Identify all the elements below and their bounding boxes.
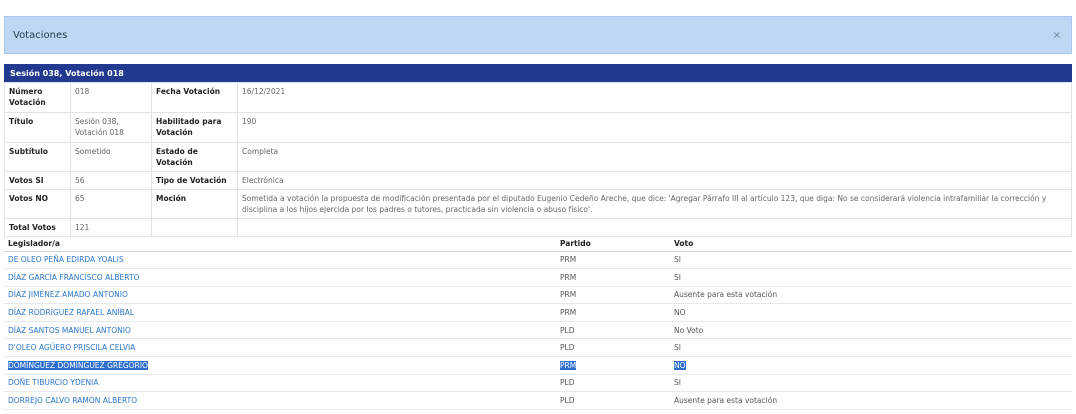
party-cell: PLD: [556, 391, 670, 410]
party-cell: PLD: [556, 338, 670, 358]
vote-cell: Ausente para esta votación: [670, 391, 1072, 410]
legislator-link[interactable]: DÍAZ GARCÍA FRANCISCO ALBERTO: [8, 273, 139, 282]
vote-cell: NO: [674, 360, 686, 370]
party-cell: PRM: [556, 303, 670, 322]
legislator-link[interactable]: DE OLEO PEÑA EDIRDA YOALIS: [8, 255, 124, 264]
party-cell: PLD: [556, 374, 670, 393]
tipo-label: Tipo de Votación: [151, 171, 238, 190]
vote-cell: Ausente para esta votación: [670, 286, 1072, 305]
legislator-link[interactable]: D'OLEO AGÜERO PRISCILA CELVIA: [8, 343, 135, 352]
close-icon[interactable]: ×: [1053, 30, 1061, 41]
votos-si-label: Votos SI: [4, 171, 71, 190]
table-row: DOÑE TIBURCIO YDENIA PLD SI: [4, 374, 1072, 393]
numero-label: Número Votación: [4, 82, 71, 113]
legislator-link[interactable]: DOMÍNGUEZ DOMÍNGUEZ GREGORIO: [8, 360, 148, 370]
partido-header[interactable]: Partido: [556, 236, 670, 252]
mocion-value: Sometida a votación la propuesta de modi…: [237, 189, 1072, 219]
habilitado-value: 190: [237, 112, 1072, 143]
vote-cell: SI: [670, 374, 1072, 393]
modal-header: Votaciones ×: [4, 16, 1072, 54]
table-row: DÍAZ SANTOS MANUEL ANTONIO PLD No Voto: [4, 321, 1072, 340]
party-cell: PRM: [556, 251, 670, 270]
party-cell: PRM: [556, 286, 670, 305]
votos-si-value: 56: [70, 171, 152, 190]
titulo-value: Sesión 038, Votación 018: [70, 112, 152, 143]
session-bar: Sesión 038, Votación 018: [4, 64, 1072, 82]
estado-value: Completa: [237, 142, 1072, 172]
vote-cell: SI: [670, 338, 1072, 358]
legislator-link[interactable]: DÍAZ SANTOS MANUEL ANTONIO: [8, 326, 131, 335]
legislator-link[interactable]: DORREJO CALVO RAMÓN ALBERTO: [8, 396, 137, 405]
estado-label: Estado de Votación: [151, 142, 238, 172]
table-row: DE OLEO PEÑA EDIRDA YOALIS PRM SI: [4, 251, 1072, 270]
voto-header[interactable]: Voto: [670, 236, 1072, 252]
total-votos-label: Total Votos: [4, 218, 71, 237]
subtitulo-value: Sometido: [70, 142, 152, 172]
votos-no-label: Votos NO: [4, 189, 71, 219]
party-cell: PRM: [560, 360, 577, 370]
party-cell: PRM: [556, 268, 670, 287]
table-row: DORREJO CALVO RAMÓN ALBERTO PLD Ausente …: [4, 391, 1072, 410]
table-row: D'OLEO AGÜERO PRISCILA CELVIA PLD SI: [4, 338, 1072, 358]
vote-cell: SI: [670, 251, 1072, 270]
vote-details-table: Número Votación 018 Fecha Votación 16/12…: [4, 82, 1072, 237]
modal-title: Votaciones: [13, 29, 68, 41]
subtitulo-label: Subtítulo: [4, 142, 71, 172]
party-cell: PLD: [556, 321, 670, 340]
table-row: DÍAZ RODRÍGUEZ RAFAEL ANÍBAL PRM NO: [4, 303, 1072, 322]
vote-cell: No Voto: [670, 321, 1072, 340]
legislador-header[interactable]: Legislador/a: [4, 236, 556, 252]
tipo-value: Electrónica: [237, 171, 1072, 190]
table-row: DÍAZ GARCÍA FRANCISCO ALBERTO PRM SI: [4, 268, 1072, 287]
fecha-value: 16/12/2021: [237, 82, 1072, 113]
votos-no-value: 65: [70, 189, 152, 219]
table-row: DÍAZ JIMÉNEZ AMADO ANTONIO PRM Ausente p…: [4, 286, 1072, 305]
vote-cell: NO: [670, 303, 1072, 322]
mocion-label: Moción: [151, 189, 238, 219]
legislator-link[interactable]: DOÑE TIBURCIO YDENIA: [8, 378, 98, 387]
empty-cell: [237, 218, 1072, 237]
legislators-vote-table: Legislador/a Partido Voto DE OLEO PEÑA E…: [4, 236, 1072, 410]
total-votos-value: 121: [70, 218, 152, 237]
numero-value: 018: [70, 82, 152, 113]
table-row: DOMÍNGUEZ DOMÍNGUEZ GREGORIO PRM NO: [4, 356, 1072, 375]
empty-cell: [151, 218, 238, 237]
titulo-label: Título: [4, 112, 71, 143]
legislator-link[interactable]: DÍAZ RODRÍGUEZ RAFAEL ANÍBAL: [8, 308, 134, 317]
legislator-link[interactable]: DÍAZ JIMÉNEZ AMADO ANTONIO: [8, 290, 128, 299]
fecha-label: Fecha Votación: [151, 82, 238, 113]
habilitado-label: Habilitado para Votación: [151, 112, 238, 143]
vote-cell: SI: [670, 268, 1072, 287]
